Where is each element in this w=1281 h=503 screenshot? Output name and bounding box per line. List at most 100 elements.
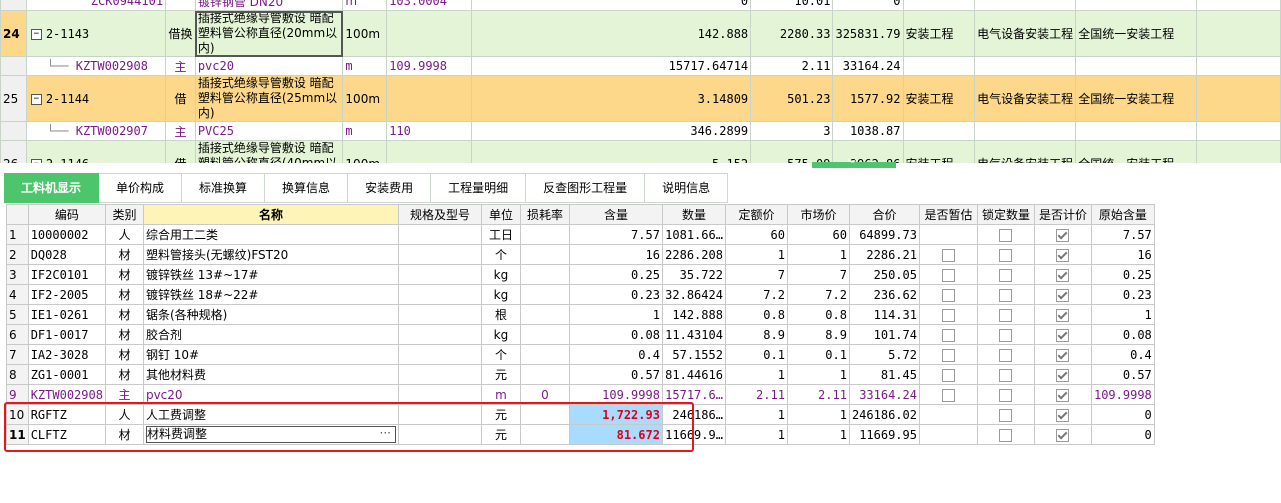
row-type[interactable]: 材 bbox=[104, 304, 144, 325]
lock-checkbox[interactable] bbox=[999, 288, 1013, 302]
tab-3[interactable]: 换算信息 bbox=[265, 173, 349, 203]
row-lock[interactable] bbox=[976, 344, 1035, 365]
row-estimate[interactable] bbox=[918, 404, 978, 425]
table-row[interactable]: 2 DQ028 材塑料管接头(无螺纹)FST20 个 16 2286.208 1 1 2286.… bbox=[6, 244, 1155, 265]
row-original-content[interactable]: 0.4 bbox=[1090, 344, 1155, 365]
row-original-content[interactable]: 1 bbox=[1090, 304, 1155, 325]
row-quantity[interactable]: 57.1552 bbox=[661, 344, 726, 365]
row-name[interactable]: 塑料管接头(无螺纹)FST20 bbox=[142, 244, 399, 265]
row-lock[interactable] bbox=[976, 324, 1035, 345]
row-name[interactable]: 插接式绝缘导管敷设 暗配 塑料管公称直径(40mm以内) bbox=[194, 140, 344, 163]
lock-checkbox[interactable] bbox=[999, 368, 1013, 382]
row-original-content[interactable]: 0.25 bbox=[1090, 264, 1155, 285]
row-priced[interactable] bbox=[1033, 424, 1092, 445]
row-loss[interactable] bbox=[519, 344, 570, 365]
row-base-price[interactable]: 0.8 bbox=[724, 304, 788, 325]
column-header[interactable]: 定额价 bbox=[724, 204, 788, 225]
row-spec[interactable] bbox=[397, 324, 482, 345]
estimate-checkbox[interactable] bbox=[941, 308, 955, 322]
row-priced[interactable] bbox=[1033, 344, 1092, 365]
row-lock[interactable] bbox=[976, 284, 1035, 305]
row-content[interactable]: 0.25 bbox=[568, 264, 663, 285]
row-name[interactable]: 插接式绝缘导管敷设 暗配 塑料管公称直径(20mm以内) bbox=[194, 10, 344, 57]
row-priced[interactable] bbox=[1033, 304, 1092, 325]
panel-splitter[interactable]: ︾ bbox=[812, 160, 896, 170]
row-priced[interactable] bbox=[1033, 284, 1092, 305]
row-original-content[interactable]: 109.9998 bbox=[1090, 384, 1155, 405]
row-loss[interactable] bbox=[519, 324, 570, 345]
table-row[interactable]: └── KZTW002908 主 pvc20 m 109.9998 15717.64714… bbox=[0, 56, 1281, 76]
row-lock[interactable] bbox=[976, 384, 1035, 405]
row-unit[interactable]: 根 bbox=[480, 304, 521, 325]
row-priced[interactable] bbox=[1033, 224, 1092, 245]
lock-checkbox[interactable] bbox=[999, 228, 1013, 242]
row-spec[interactable] bbox=[397, 244, 482, 265]
row-content[interactable]: 1 bbox=[568, 304, 663, 325]
estimate-checkbox[interactable] bbox=[941, 288, 955, 302]
row-total[interactable]: 2286.21 bbox=[848, 244, 920, 265]
lock-checkbox[interactable] bbox=[999, 308, 1013, 322]
column-header[interactable]: 损耗率 bbox=[519, 204, 570, 225]
lock-checkbox[interactable] bbox=[999, 408, 1013, 422]
collapse-icon[interactable]: − bbox=[30, 158, 42, 163]
row-base-price[interactable]: 1 bbox=[724, 244, 788, 265]
row-total[interactable]: 81.45 bbox=[848, 364, 920, 385]
row-original-content[interactable]: 0 bbox=[1090, 424, 1155, 445]
row-content[interactable]: 0.4 bbox=[568, 344, 663, 365]
tab-0[interactable]: 工料机显示 bbox=[4, 173, 100, 203]
row-unit[interactable]: 工日 bbox=[480, 224, 521, 245]
row-code[interactable]: 10000002 bbox=[27, 224, 106, 245]
row-base-price[interactable]: 7 bbox=[724, 264, 788, 285]
row-market-price[interactable]: 60 bbox=[786, 224, 850, 245]
column-header[interactable]: 单位 bbox=[480, 204, 521, 225]
column-header[interactable]: 数量 bbox=[661, 204, 726, 225]
table-row[interactable]: 1 10000002 人综合用工二类 工日 7.57 1081.66… 60 60 64899.… bbox=[6, 224, 1155, 245]
row-estimate[interactable] bbox=[918, 424, 978, 445]
row-spec[interactable] bbox=[397, 304, 482, 325]
table-row[interactable]: 8 ZG1-0001 材其他材料费元 0.57 81.44616 1 1 81.45 0.57 bbox=[6, 364, 1155, 385]
tab-1[interactable]: 单价构成 bbox=[99, 173, 183, 203]
row-unit[interactable]: 个 bbox=[480, 344, 521, 365]
row-estimate[interactable] bbox=[918, 344, 978, 365]
priced-checkbox[interactable] bbox=[1056, 428, 1070, 442]
row-market-price[interactable]: 1 bbox=[786, 244, 850, 265]
row-quantity[interactable]: 142.888 bbox=[661, 304, 726, 325]
row-content[interactable]: 0.08 bbox=[568, 324, 663, 345]
row-code[interactable]: DQ028 bbox=[27, 244, 106, 265]
row-estimate[interactable] bbox=[918, 364, 978, 385]
estimate-checkbox[interactable] bbox=[941, 368, 955, 382]
row-loss[interactable] bbox=[519, 244, 570, 265]
row-market-price[interactable]: 8.9 bbox=[786, 324, 850, 345]
row-spec[interactable] bbox=[397, 344, 482, 365]
column-header[interactable]: 名称 bbox=[142, 204, 399, 225]
row-code[interactable]: IE1-0261 bbox=[27, 304, 106, 325]
table-row[interactable]: 3 IF2C0101 材镀锌铁丝 13#~17# kg 0.25 35.722 7 7 250.… bbox=[6, 264, 1155, 285]
column-header[interactable]: 是否计价 bbox=[1033, 204, 1092, 225]
row-original-content[interactable]: 7.57 bbox=[1090, 224, 1155, 245]
column-header[interactable]: 合价 bbox=[848, 204, 920, 225]
row-total[interactable]: 11669.95 bbox=[848, 424, 920, 445]
row-name[interactable]: 镀锌铁丝 18#~22# bbox=[142, 284, 399, 305]
row-spec[interactable] bbox=[397, 284, 482, 305]
collapse-icon[interactable]: − bbox=[30, 28, 42, 40]
tab-4[interactable]: 安装费用 bbox=[348, 173, 432, 203]
row-market-price[interactable]: 1 bbox=[786, 364, 850, 385]
table-row[interactable]: 26−2-1146借插接式绝缘导管敷设 暗配 塑料管公称直径(40mm以内)10… bbox=[0, 140, 1281, 163]
row-content[interactable]: 0.23 bbox=[568, 284, 663, 305]
row-quantity[interactable]: 11.43104 bbox=[661, 324, 726, 345]
row-total[interactable]: 246186.02 bbox=[848, 404, 920, 425]
row-market-price[interactable]: 7 bbox=[786, 264, 850, 285]
priced-checkbox[interactable] bbox=[1056, 348, 1070, 362]
row-priced[interactable] bbox=[1033, 364, 1092, 385]
column-header[interactable]: 规格及型号 bbox=[397, 204, 482, 225]
priced-checkbox[interactable] bbox=[1056, 248, 1070, 262]
estimate-checkbox[interactable] bbox=[941, 388, 955, 402]
row-estimate[interactable] bbox=[918, 324, 978, 345]
row-loss[interactable] bbox=[519, 304, 570, 325]
row-lock[interactable] bbox=[976, 404, 1035, 425]
priced-checkbox[interactable] bbox=[1056, 308, 1070, 322]
row-total[interactable]: 64899.73 bbox=[848, 224, 920, 245]
row-market-price[interactable]: 0.1 bbox=[786, 344, 850, 365]
row-base-price[interactable]: 60 bbox=[724, 224, 788, 245]
table-row[interactable]: 25−2-1144 借插接式绝缘导管敷设 暗配 塑料管公称直径(25mm以内) 10… bbox=[0, 75, 1281, 122]
